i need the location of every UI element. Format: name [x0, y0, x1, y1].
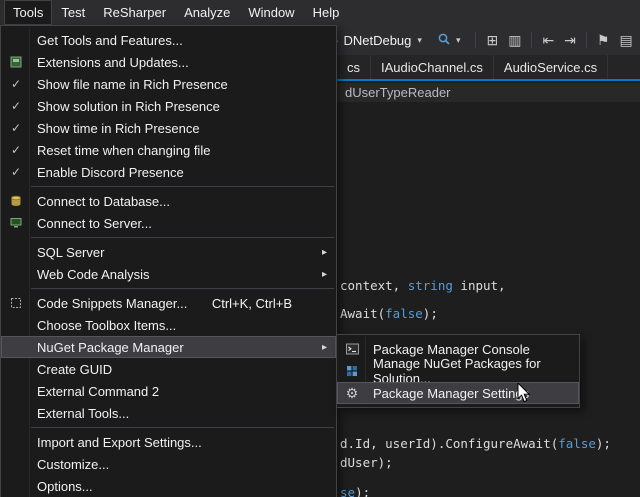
menubar-item-window[interactable]: Window: [239, 0, 303, 25]
toolbar-separator: [475, 32, 476, 48]
indent-increase-icon[interactable]: ⇥: [564, 33, 576, 47]
menu-item-get-tools-and-features[interactable]: Get Tools and Features...: [1, 29, 336, 51]
switch-window-icon[interactable]: ▥: [508, 33, 521, 47]
menu-item-options[interactable]: Options...: [1, 475, 336, 497]
check-icon: ✓: [5, 100, 27, 112]
menu-item-label: NuGet Package Manager: [37, 340, 184, 355]
task-list-icon[interactable]: ▤: [619, 33, 632, 47]
check-icon: ✓: [5, 78, 27, 90]
menu-item-label: Create GUID: [37, 362, 112, 377]
menu-item-web-code-analysis[interactable]: Web Code Analysis ▸: [1, 263, 336, 285]
menu-item-label: Connect to Server...: [37, 216, 152, 231]
menu-item-label: Customize...: [37, 457, 109, 472]
menu-item-create-guid[interactable]: Create GUID: [1, 358, 336, 380]
tools-menu: Get Tools and Features... Extensions and…: [0, 25, 337, 497]
menu-item-show-time-in-rich-presence[interactable]: ✓ Show time in Rich Presence: [1, 117, 336, 139]
menu-item-customize[interactable]: Customize...: [1, 453, 336, 475]
menu-item-label: Enable Discord Presence: [37, 165, 184, 180]
new-window-icon[interactable]: ⊞: [486, 33, 498, 47]
menu-item-label: Show time in Rich Presence: [37, 121, 200, 136]
menu-item-shortcut: Ctrl+K, Ctrl+B: [212, 296, 292, 311]
submenu-arrow-icon: ▸: [322, 247, 327, 258]
tab-iaudiochannel[interactable]: IAudioChannel.cs: [371, 55, 494, 79]
menu-item-label: External Tools...: [37, 406, 129, 421]
breadcrumb[interactable]: dUserTypeReader: [345, 85, 451, 100]
menu-item-label: Options...: [37, 479, 93, 494]
code-line: Await(false);: [340, 306, 438, 321]
menu-item-label: Import and Export Settings...: [37, 435, 202, 450]
menu-item-nuget-package-manager[interactable]: NuGet Package Manager ▸: [1, 336, 336, 358]
menu-item-sql-server[interactable]: SQL Server ▸: [1, 241, 336, 263]
menu-item-label: Package Manager Console: [373, 342, 530, 357]
code-line: d.Id, userId).ConfigureAwait(false);: [340, 436, 611, 451]
bookmark-icon[interactable]: ⚑: [597, 33, 610, 47]
menu-item-extensions-and-updates[interactable]: Extensions and Updates...: [1, 51, 336, 73]
menu-item-package-manager-settings[interactable]: ⚙ Package Manager Settings: [337, 382, 579, 404]
find-caret-icon[interactable]: ▾: [456, 35, 461, 46]
menu-item-external-command-2[interactable]: External Command 2: [1, 380, 336, 402]
menu-item-label: Choose Toolbox Items...: [37, 318, 176, 333]
menu-item-manage-nuget-packages-for-solution[interactable]: Manage NuGet Packages for Solution...: [337, 360, 579, 382]
menu-separator: [31, 186, 334, 187]
menu-item-external-tools[interactable]: External Tools...: [1, 402, 336, 424]
menubar-item-tools[interactable]: Tools: [4, 0, 52, 25]
menu-separator: [31, 427, 334, 428]
menu-item-label: Show solution in Rich Presence: [37, 99, 220, 114]
toolbar-separator: [531, 32, 532, 48]
menu-item-label: Get Tools and Features...: [37, 33, 183, 48]
menu-item-connect-to-database[interactable]: Connect to Database...: [1, 190, 336, 212]
menu-item-label: Web Code Analysis: [37, 267, 150, 282]
menubar-item-help[interactable]: Help: [304, 0, 349, 25]
snippets-icon: [5, 297, 27, 309]
tab-audioservice[interactable]: AudioService.cs: [494, 55, 608, 79]
menubar-item-analyze[interactable]: Analyze: [175, 0, 239, 25]
menu-item-label: Show file name in Rich Presence: [37, 77, 228, 92]
menu-item-choose-toolbox-items[interactable]: Choose Toolbox Items...: [1, 314, 336, 336]
mouse-cursor-icon: [517, 383, 533, 405]
menu-item-label: Extensions and Updates...: [37, 55, 189, 70]
check-icon: ✓: [5, 166, 27, 178]
menu-item-label: Reset time when changing file: [37, 143, 210, 158]
menu-separator: [31, 237, 334, 238]
menu-item-enable-discord-presence[interactable]: ✓ Enable Discord Presence: [1, 161, 336, 183]
check-icon: ✓: [5, 122, 27, 134]
submenu-arrow-icon: ▸: [322, 269, 327, 280]
menubar-item-resharper[interactable]: ReSharper: [94, 0, 175, 25]
check-icon: ✓: [5, 144, 27, 156]
menu-item-label: Code Snippets Manager...: [37, 296, 187, 311]
menu-item-label: Package Manager Settings: [373, 386, 529, 401]
code-line: se);: [340, 485, 370, 497]
code-line: context, string input,: [340, 278, 506, 293]
menu-separator: [31, 288, 334, 289]
toolbar-separator: [586, 32, 587, 48]
nuget-submenu: Package Manager Console Manage NuGet Pac…: [336, 334, 580, 408]
database-icon: [5, 195, 27, 207]
console-icon: [341, 343, 363, 355]
indent-decrease-icon[interactable]: ⇤: [542, 33, 554, 47]
menu-item-code-snippets-manager[interactable]: Code Snippets Manager... Ctrl+K, Ctrl+B: [1, 292, 336, 314]
vs-window: context, string input, Await(false); d.I…: [0, 0, 640, 497]
menu-item-connect-to-server[interactable]: Connect to Server...: [1, 212, 336, 234]
server-icon: [5, 217, 27, 229]
menu-item-label: Connect to Database...: [37, 194, 170, 209]
menubar-item-test[interactable]: Test: [52, 0, 94, 25]
run-target-label[interactable]: DNetDebug: [343, 33, 411, 48]
menu-item-label: External Command 2: [37, 384, 159, 399]
extensions-icon: [5, 56, 27, 68]
menu-item-show-solution-in-rich-presence[interactable]: ✓ Show solution in Rich Presence: [1, 95, 336, 117]
find-icon[interactable]: [437, 32, 451, 48]
run-target-caret-icon[interactable]: ▾: [417, 35, 422, 46]
menu-item-reset-time-when-changing-file[interactable]: ✓ Reset time when changing file: [1, 139, 336, 161]
tab-partial[interactable]: cs: [337, 55, 371, 79]
menu-item-label: SQL Server: [37, 245, 104, 260]
menu-bar: Tools Test ReSharper Analyze Window Help: [0, 0, 640, 25]
packages-icon: [341, 365, 363, 377]
menu-item-import-and-export-settings[interactable]: Import and Export Settings...: [1, 431, 336, 453]
menu-item-show-file-name-in-rich-presence[interactable]: ✓ Show file name in Rich Presence: [1, 73, 336, 95]
code-line: dUser);: [340, 455, 393, 470]
submenu-arrow-icon: ▸: [322, 342, 327, 353]
gear-icon: ⚙: [341, 386, 363, 400]
